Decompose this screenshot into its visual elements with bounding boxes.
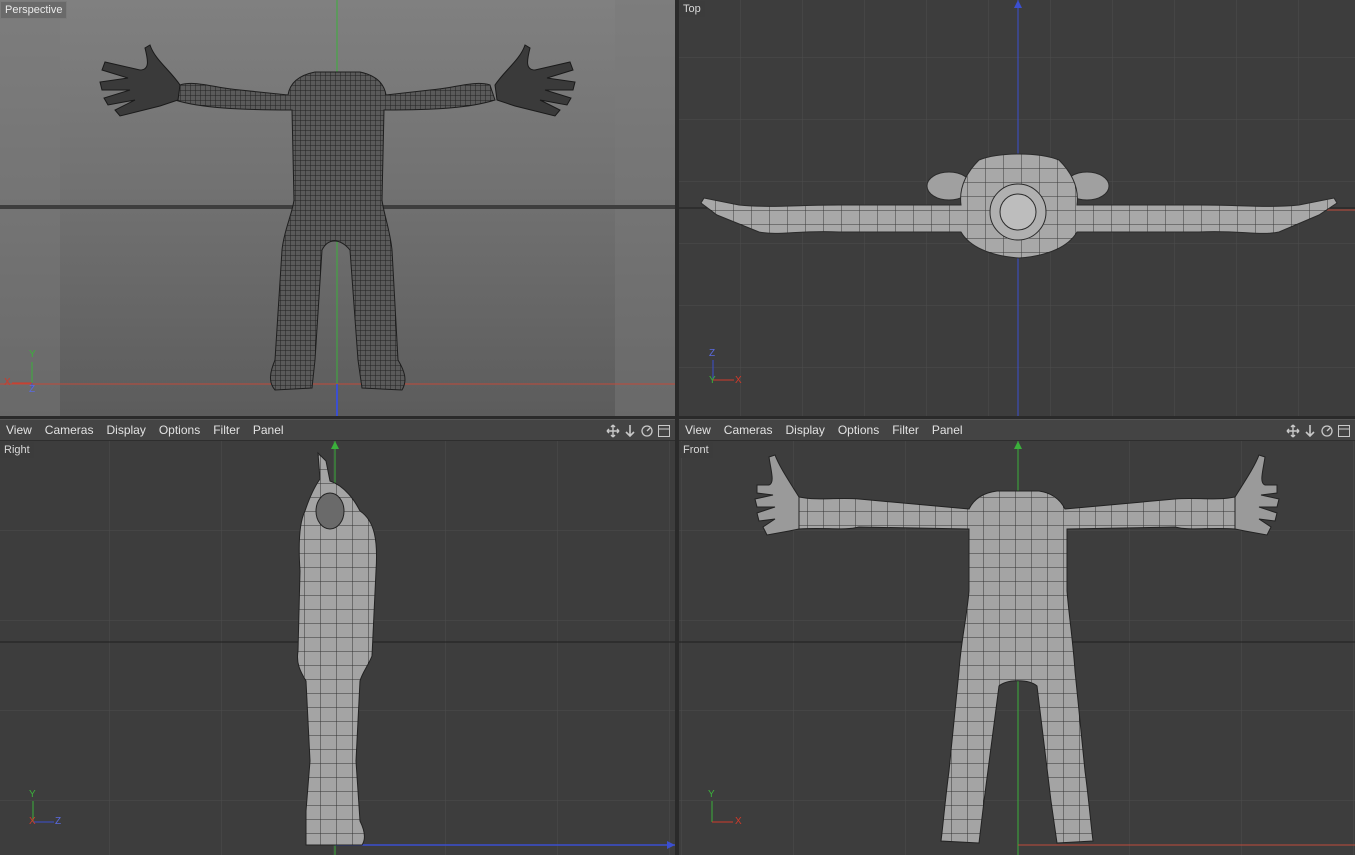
menu-display[interactable]: Display <box>100 423 152 437</box>
viewport-menubar-front-view: View Cameras Display Options Filter Pane… <box>679 419 1355 441</box>
move-view-icon[interactable] <box>605 423 621 439</box>
perspective-viewport[interactable]: Perspective Y X Z <box>0 0 675 416</box>
dolly-icon[interactable] <box>622 423 638 439</box>
menu-view[interactable]: View <box>679 423 718 437</box>
navigation-icons <box>1285 423 1352 439</box>
viewport-menubar-right-view: View Cameras Display Options Filter Pane… <box>0 419 675 441</box>
menu-cameras[interactable]: Cameras <box>718 423 780 437</box>
menu-view[interactable]: View <box>0 423 39 437</box>
front-viewport[interactable]: Front Y X <box>679 441 1355 855</box>
menu-cameras[interactable]: Cameras <box>39 423 101 437</box>
navigation-icons <box>605 423 672 439</box>
viewport-label-perspective[interactable]: Perspective <box>0 1 68 19</box>
move-view-icon[interactable] <box>1285 423 1301 439</box>
front-canvas[interactable] <box>679 441 1355 855</box>
right-viewport[interactable]: Right Y X Z <box>0 441 675 855</box>
maximize-panel-icon[interactable] <box>1336 423 1352 439</box>
menu-filter[interactable]: Filter <box>207 423 247 437</box>
menu-panel[interactable]: Panel <box>247 423 291 437</box>
menu-display[interactable]: Display <box>779 423 831 437</box>
rotate-view-icon[interactable] <box>1319 423 1335 439</box>
rotate-view-icon[interactable] <box>639 423 655 439</box>
menu-filter[interactable]: Filter <box>886 423 926 437</box>
viewport-label-front[interactable]: Front <box>679 442 713 458</box>
axis-label-x: X <box>735 375 742 386</box>
axis-label-x: X <box>735 816 742 827</box>
top-canvas[interactable] <box>679 0 1355 416</box>
menu-options[interactable]: Options <box>153 423 207 437</box>
axis-label-y: Y <box>29 789 36 800</box>
axis-label-z: Z <box>709 348 716 359</box>
axis-label-z: Z <box>55 816 62 827</box>
menu-options[interactable]: Options <box>832 423 886 437</box>
maximize-panel-icon[interactable] <box>656 423 672 439</box>
perspective-canvas[interactable] <box>0 0 675 416</box>
axis-label-x: X <box>29 816 36 827</box>
top-viewport[interactable]: Top Z Y X <box>679 0 1355 416</box>
right-canvas[interactable] <box>0 441 675 855</box>
menu-panel[interactable]: Panel <box>926 423 970 437</box>
axis-label-x: X <box>4 377 11 388</box>
viewport-label-top[interactable]: Top <box>679 1 705 17</box>
axis-label-y: Y <box>709 375 716 386</box>
axis-label-y: Y <box>708 789 715 800</box>
dolly-icon[interactable] <box>1302 423 1318 439</box>
axis-label-y: Y <box>29 349 36 360</box>
axis-label-z: Z <box>29 384 36 395</box>
viewport-label-right[interactable]: Right <box>0 442 34 458</box>
